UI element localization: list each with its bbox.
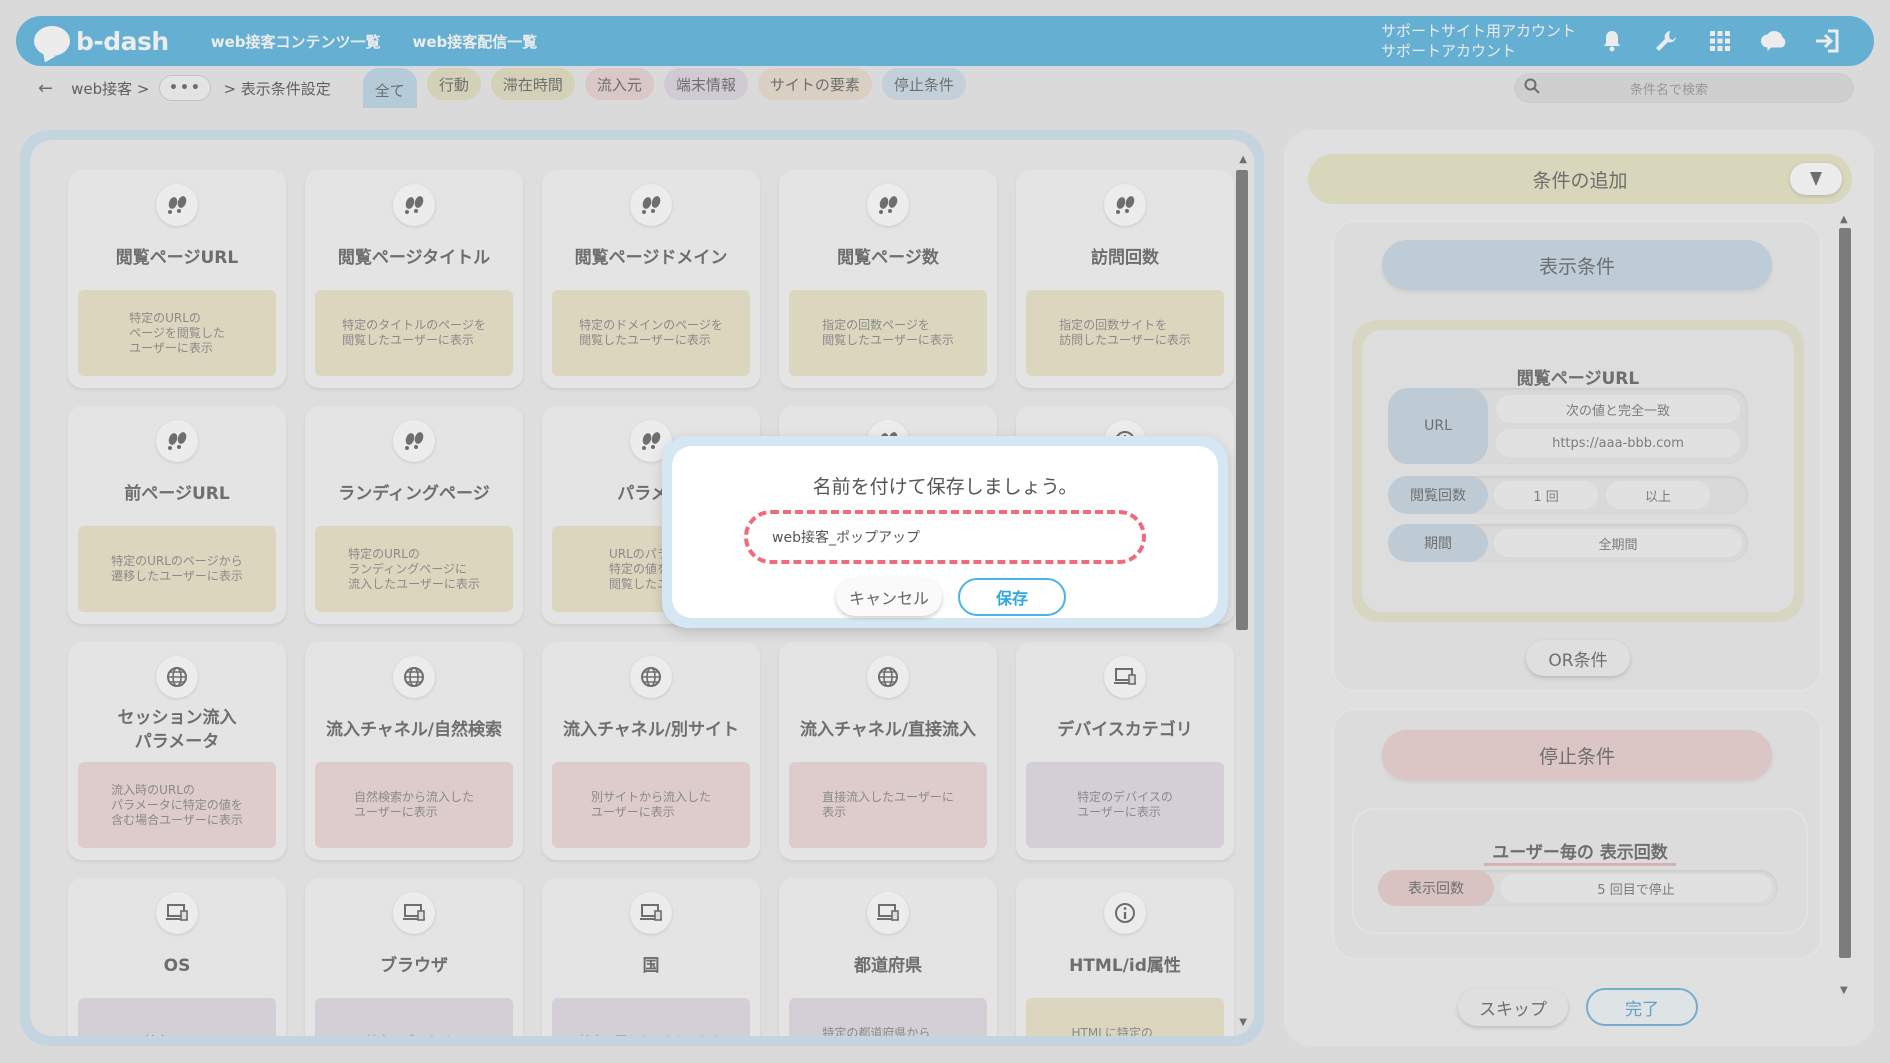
cancel-button[interactable]: キャンセル xyxy=(836,578,942,616)
save-name-dialog-body: 名前を付けて保存しましょう。 web接客_ポップアップ キャンセル 保存 xyxy=(672,446,1218,618)
name-input[interactable]: web接客_ポップアップ xyxy=(744,510,1146,564)
dialog-title: 名前を付けて保存しましょう。 xyxy=(812,476,1078,498)
save-button[interactable]: 保存 xyxy=(958,578,1066,616)
save-name-dialog: 名前を付けて保存しましょう。 web接客_ポップアップ キャンセル 保存 xyxy=(662,436,1228,628)
